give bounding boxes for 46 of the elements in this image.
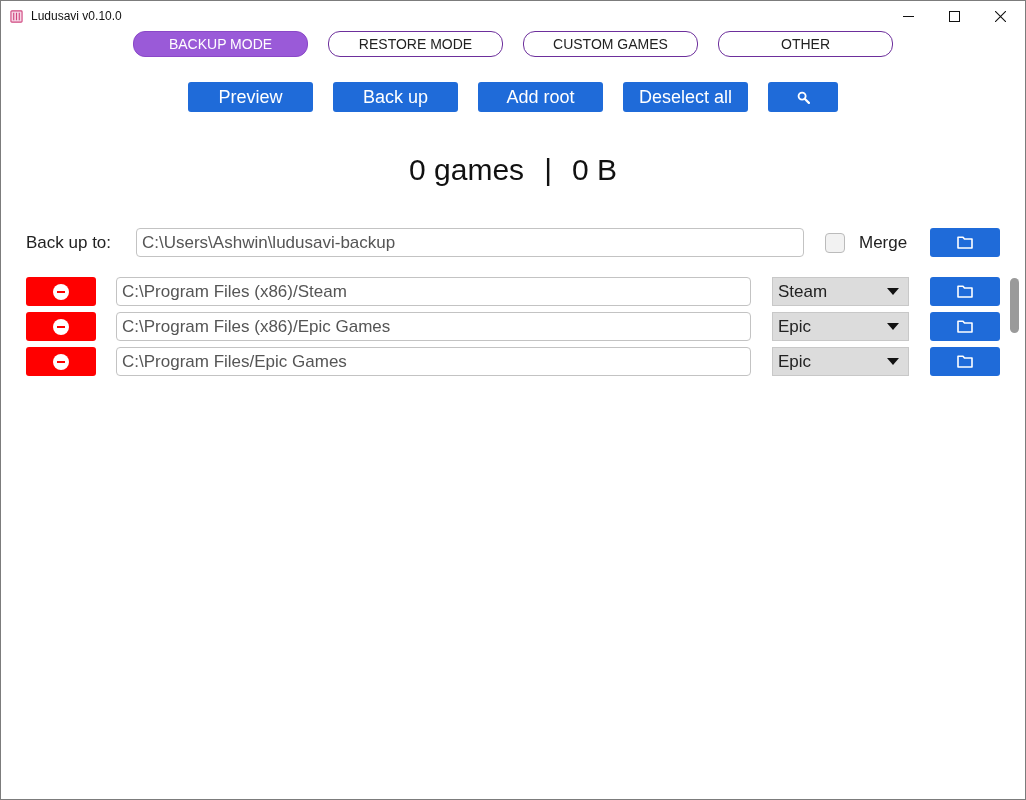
maximize-icon[interactable] — [949, 10, 960, 22]
remove-root-button[interactable] — [26, 347, 96, 376]
minus-circle-icon — [53, 353, 69, 370]
root-path-field[interactable]: C:\Program Files (x86)/Epic Games — [116, 312, 751, 341]
folder-icon — [957, 355, 973, 368]
root-path-field[interactable]: C:\Program Files (x86)/Steam — [116, 277, 751, 306]
search-icon — [796, 90, 810, 104]
mode-tab[interactable]: RESTORE MODE — [328, 31, 503, 57]
total-size: 0 B — [571, 153, 617, 187]
backup-path-field[interactable]: C:\Users\Ashwin\ludusavi-backup — [136, 228, 804, 257]
close-icon[interactable] — [995, 10, 1006, 22]
window-title: Ludusavi v0.10.0 — [31, 9, 122, 23]
minus-circle-icon — [53, 283, 69, 300]
search-button[interactable] — [768, 82, 838, 112]
browse-button[interactable] — [930, 347, 1000, 376]
folder-icon — [957, 285, 973, 298]
merge-checkbox[interactable] — [825, 232, 845, 253]
folder-icon — [957, 320, 973, 333]
games-count: 0 games — [409, 153, 525, 187]
action-button[interactable]: Back up — [333, 82, 458, 112]
folder-icon — [957, 236, 973, 249]
books-icon — [10, 9, 23, 23]
browse-button[interactable] — [930, 228, 1000, 257]
backup-path-label: Back up to: — [26, 232, 113, 253]
caret-icon — [887, 323, 899, 330]
minimize-icon[interactable] — [903, 15, 914, 17]
remove-root-button[interactable] — [26, 312, 96, 341]
store-dropdown[interactable]: Epic — [772, 312, 909, 341]
mode-tab[interactable]: OTHER — [718, 31, 893, 57]
remove-root-button[interactable] — [26, 277, 96, 306]
minus-circle-icon — [53, 318, 69, 335]
browse-button[interactable] — [930, 277, 1000, 306]
action-button[interactable]: Preview — [188, 82, 313, 112]
mode-tab[interactable]: CUSTOM GAMES — [523, 31, 698, 57]
caret-icon — [887, 358, 899, 365]
caret-icon — [887, 288, 899, 295]
mode-tab[interactable]: BACKUP MODE — [133, 31, 308, 57]
action-button[interactable]: Deselect all — [623, 82, 748, 112]
store-dropdown[interactable]: Epic — [772, 347, 909, 376]
store-dropdown[interactable]: Steam — [772, 277, 909, 306]
browse-button[interactable] — [930, 312, 1000, 341]
scrollbar-thumb[interactable] — [1010, 278, 1019, 333]
separator: | — [544, 153, 552, 187]
action-button[interactable]: Add root — [478, 82, 603, 112]
root-path-field[interactable]: C:\Program Files/Epic Games — [116, 347, 751, 376]
merge-label: Merge — [859, 232, 909, 253]
